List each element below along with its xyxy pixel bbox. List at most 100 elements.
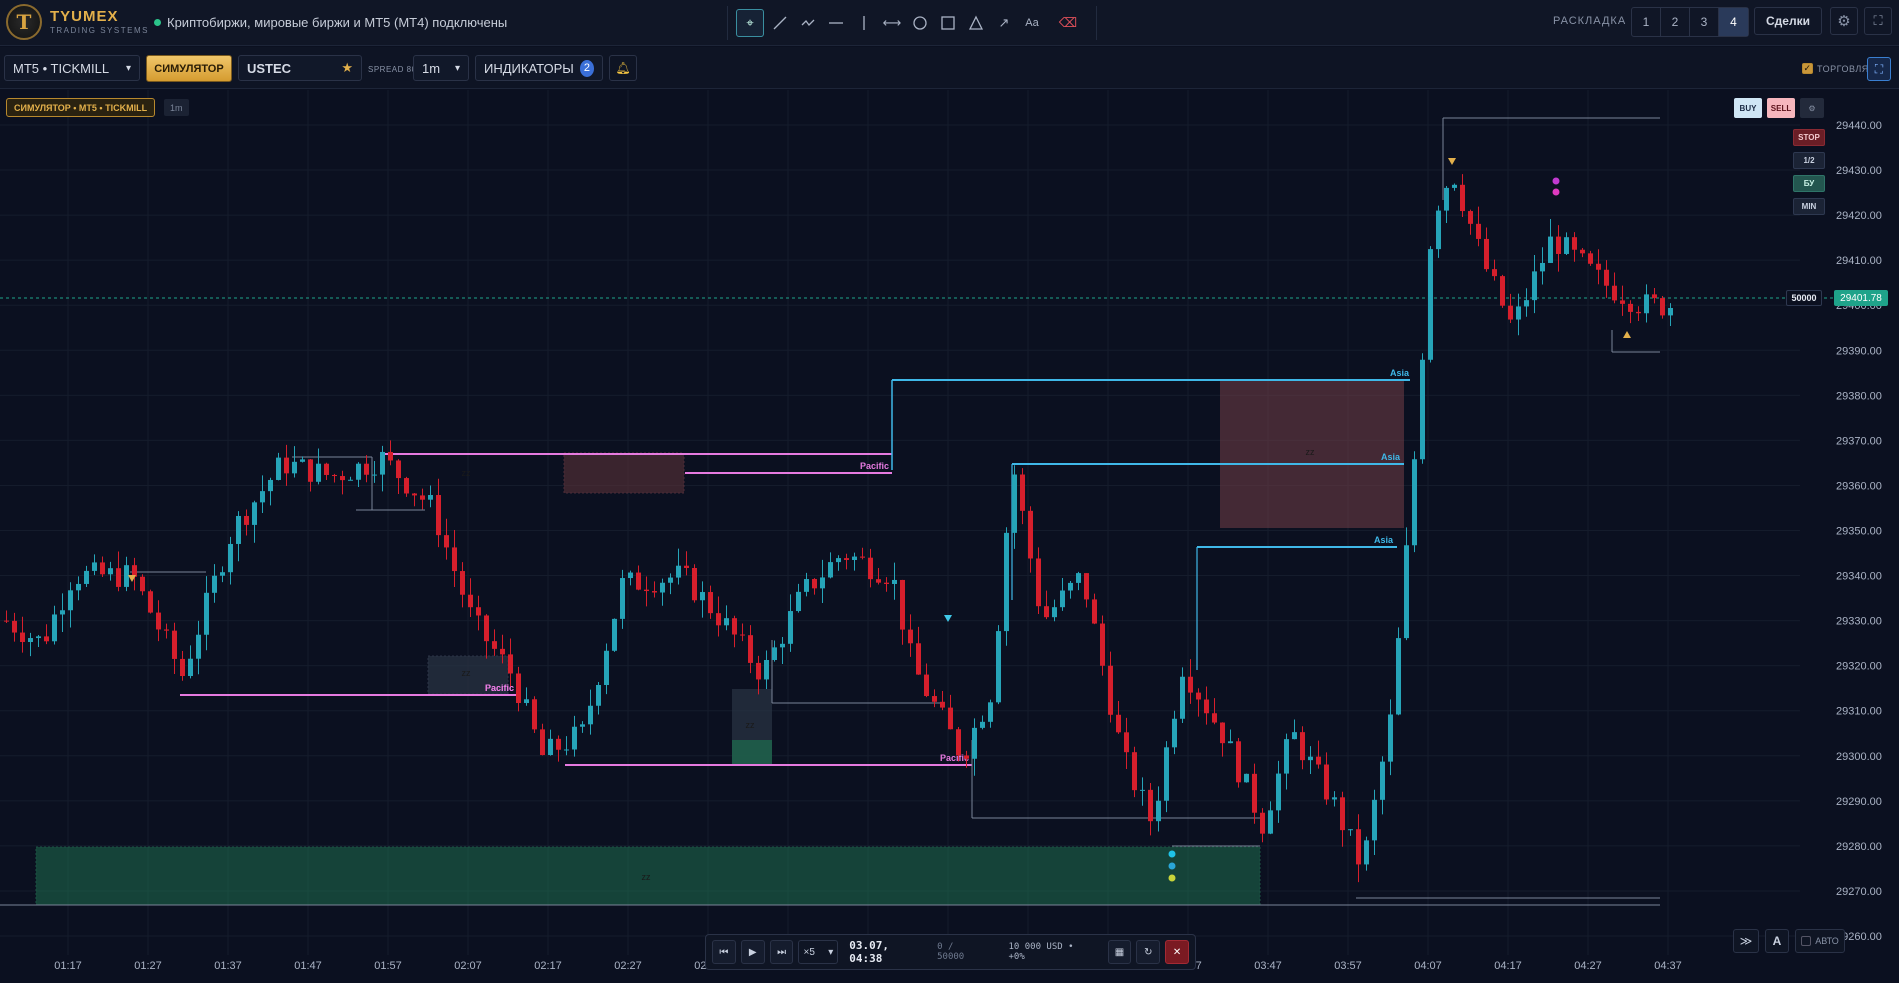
half-button[interactable]: 1/2 (1793, 152, 1825, 169)
broker-value: MT5 • TICKMILL (13, 60, 110, 76)
checkbox-icon[interactable] (1801, 936, 1812, 946)
candle-body (1060, 590, 1065, 608)
broker-select[interactable]: MT5 • TICKMILL ▾ (4, 55, 140, 81)
rewind-start-icon[interactable]: ⏮ (712, 940, 736, 964)
candle-body (1540, 262, 1545, 272)
replay-balance: 10 000 USD • +0% (1008, 942, 1074, 962)
trade-settings-icon[interactable]: ⚙ (1800, 98, 1824, 118)
candle-body (1348, 829, 1353, 831)
play-icon[interactable]: ▶ (740, 940, 765, 964)
crosshair-tool-icon[interactable]: ⌖ (736, 9, 764, 37)
candle-body (612, 618, 617, 651)
candle-body (188, 658, 193, 677)
time-axis-label: 03:47 (1254, 960, 1282, 972)
candle-body (1068, 582, 1073, 591)
candle-body (1636, 311, 1641, 314)
fullscreen-icon[interactable]: ⛶ (1864, 7, 1892, 35)
checkbox-checked-icon[interactable]: ✓ (1802, 63, 1813, 74)
expand-chart-icon[interactable]: ⛶ (1867, 57, 1891, 81)
symbol-input[interactable]: USTEC ★ (238, 55, 362, 81)
candle-body (836, 558, 841, 563)
candle-body (468, 594, 473, 608)
min-button[interactable]: MIN (1793, 198, 1825, 215)
candle-body (844, 558, 849, 560)
candle-body (676, 565, 681, 578)
price-axis-label: 29310.00 (1836, 706, 1882, 718)
candle-body (4, 620, 9, 622)
price-chart[interactable]: 29440.0029430.0029420.0029410.0029400.00… (0, 90, 1899, 983)
stop-button[interactable]: STOP (1793, 129, 1825, 146)
lot-size-field[interactable]: 50000 (1786, 290, 1822, 306)
candle-body (1196, 692, 1201, 700)
measure-tool-icon[interactable]: ⟷ (880, 11, 904, 35)
candle-body (900, 579, 905, 630)
layout-4-button[interactable]: 4 (1719, 8, 1748, 36)
breakeven-button[interactable]: БУ (1793, 175, 1825, 192)
speed-select[interactable]: ×5 ▾ (798, 940, 839, 964)
candle-body (1372, 799, 1377, 841)
triangle-tool-icon[interactable] (964, 11, 988, 35)
demand-zone (732, 740, 772, 765)
candle-body (1380, 761, 1385, 800)
candle-body (1404, 545, 1409, 639)
simulator-button[interactable]: СИМУЛЯТОР (146, 55, 232, 82)
layout-2-button[interactable]: 2 (1661, 8, 1690, 36)
candle-body (572, 726, 577, 750)
candle-body (804, 579, 809, 592)
text-tool-icon[interactable]: Aa (1020, 11, 1044, 35)
settings-gear-icon[interactable]: ⚙ (1830, 7, 1858, 35)
candle-body (1180, 676, 1185, 719)
layout-3-button[interactable]: 3 (1690, 8, 1719, 36)
timeframe-select[interactable]: 1m ▾ (413, 55, 469, 81)
zone-label: zz (746, 720, 756, 730)
candle-body (1276, 773, 1281, 811)
favorite-star-icon[interactable]: ★ (341, 60, 353, 76)
time-axis-label: 01:47 (294, 960, 322, 972)
arrow-tool-icon[interactable]: ↗ (992, 11, 1016, 35)
rectangle-tool-icon[interactable] (936, 11, 960, 35)
step-forward-icon[interactable]: ⏭ (769, 940, 794, 964)
candle-body (1628, 303, 1633, 312)
candle-body (924, 674, 929, 697)
candle-body (1108, 665, 1113, 715)
trendline-tool-icon[interactable] (768, 11, 792, 35)
buy-button[interactable]: BUY (1734, 98, 1762, 118)
candle-body (44, 636, 49, 642)
candle-body (1300, 732, 1305, 761)
layout-1-button[interactable]: 1 (1632, 8, 1661, 36)
close-icon[interactable]: ✕ (1165, 940, 1189, 964)
indicators-button[interactable]: ИНДИКАТОРЫ 2 (475, 55, 603, 81)
deals-button[interactable]: Сделки (1754, 7, 1822, 35)
auto-scale-toggle[interactable]: АВТО (1795, 929, 1845, 953)
trading-toggle[interactable]: ✓ ТОРГОВЛЯ (1802, 63, 1869, 74)
price-axis-label: 29300.00 (1836, 751, 1882, 763)
scroll-right-button[interactable]: ≫ (1733, 929, 1759, 953)
candle-body (1644, 294, 1649, 314)
calculator-icon[interactable]: ▦ (1107, 940, 1132, 964)
candle-body (540, 729, 545, 756)
layout-selector: 1 2 3 4 (1631, 7, 1749, 37)
candle-body (500, 648, 505, 655)
candle-body (220, 572, 225, 576)
horizontal-line-tool-icon[interactable] (824, 11, 848, 35)
candle-body (60, 610, 65, 615)
brand-name: TYUMEX (50, 8, 119, 25)
candle-body (956, 729, 961, 756)
circle-tool-icon[interactable] (908, 11, 932, 35)
candle-body (1556, 236, 1561, 254)
sell-button[interactable]: SELL (1767, 98, 1795, 118)
ray-tool-icon[interactable] (796, 11, 820, 35)
reset-icon[interactable]: ↻ (1136, 940, 1161, 964)
tyumex-logo: T (6, 4, 42, 40)
vertical-line-tool-icon[interactable] (852, 11, 876, 35)
candle-body (916, 643, 921, 675)
eraser-tool-icon[interactable]: ⌫ (1056, 11, 1080, 35)
candle-body (1004, 532, 1009, 632)
font-size-button[interactable]: A (1765, 929, 1789, 953)
price-axis-label: 29360.00 (1836, 480, 1882, 492)
alert-bell-icon[interactable]: 🔔︎ (609, 55, 637, 81)
candle-body (796, 591, 801, 612)
candle-body (1036, 558, 1041, 607)
price-axis-label: 29390.00 (1836, 345, 1882, 357)
time-axis-label: 01:37 (214, 960, 242, 972)
